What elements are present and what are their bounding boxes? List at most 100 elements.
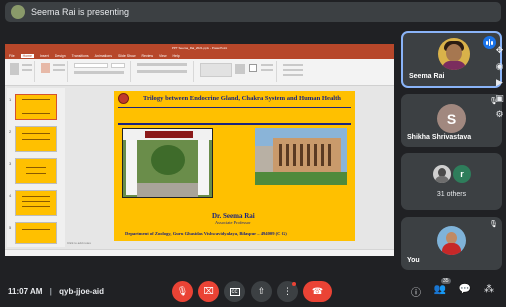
tree: [151, 145, 185, 175]
notification-dot: [292, 282, 296, 286]
align-icon: [137, 70, 187, 73]
editing-group: [280, 61, 320, 82]
participant-tile[interactable]: S 🎙 Shikha Shrivastava: [401, 94, 502, 147]
ribbon-tab: View: [158, 53, 167, 58]
slide-title: Trilogy between Endocrine Gland, Chakra …: [143, 95, 341, 102]
activities-icon[interactable]: ⁂: [482, 284, 496, 295]
meeting-time: 11:07 AM: [8, 287, 43, 296]
thumbnail-line: [26, 167, 46, 168]
ribbon-tab: Insert: [39, 53, 49, 58]
shapes-icon: [200, 63, 232, 77]
bullets-icon: [137, 63, 187, 66]
shape-outline-icon: [261, 69, 273, 71]
presenting-banner: Seema Rai is presenting: [5, 2, 501, 22]
avatar: S: [437, 104, 466, 133]
meeting-separator: |: [49, 287, 52, 296]
shared-screen: PPT Seema_Rai_2021.pptx - PowerPoint Fil…: [5, 44, 394, 256]
participant-name: Shikha Shrivastava: [407, 134, 472, 141]
gate-pillar: [126, 140, 137, 195]
people-icon[interactable]: 👥: [433, 284, 447, 295]
gate-pillar: [198, 140, 209, 195]
find-icon: [283, 64, 303, 66]
road: [137, 183, 198, 197]
current-slide: Trilogy between Endocrine Gland, Chakra …: [114, 91, 355, 241]
end-call-icon: ☎: [311, 286, 324, 296]
thumbnail-number: 1: [9, 97, 12, 102]
slide-thumbnail: 2: [9, 126, 57, 152]
font-size-icon: [111, 63, 125, 68]
ribbon-tab-active: Home: [20, 53, 34, 58]
info-icon[interactable]: ⓘ: [409, 284, 423, 299]
ribbon-tab: Help: [172, 53, 180, 58]
layout-icon: [53, 64, 65, 66]
more-options-button[interactable]: ⋮: [277, 281, 298, 302]
cut-icon: [22, 64, 32, 66]
ribbon-toolbar: [5, 59, 394, 86]
gate-sign: [145, 131, 193, 138]
thumbnail-line: [22, 99, 50, 100]
thumbnail-line: [22, 133, 50, 134]
meeting-info: 11:07 AM | qyb-jjoe-aid: [8, 287, 104, 296]
thumbnail-line: [26, 173, 46, 174]
new-slide-icon: [41, 63, 50, 73]
presenter-avatar: [11, 5, 25, 19]
slide-divider: [118, 123, 351, 125]
avatar: r: [453, 165, 471, 183]
present-button[interactable]: ⇧: [251, 281, 272, 302]
reset-icon: [53, 69, 65, 71]
avatar: [437, 226, 466, 255]
thumbnail-line: [22, 206, 50, 207]
mic-off-icon: 🎙: [489, 221, 498, 228]
chat-icon[interactable]: 💬: [458, 284, 472, 295]
ribbon-tab: Design: [54, 53, 66, 58]
others-tile[interactable]: r 31 others: [401, 153, 502, 210]
ribbon-tab: Animations: [94, 53, 112, 58]
university-logo-icon: [118, 93, 129, 104]
ribbon-tab: Transitions: [71, 53, 89, 58]
camera-icon[interactable]: ◉: [493, 61, 506, 77]
slide-thumbnail-pane: 1 2 3 4 5: [7, 88, 65, 247]
leave-call-button[interactable]: ☎: [303, 281, 332, 302]
meeting-code: qyb-jjoe-aid: [59, 287, 104, 296]
thumbnail-line: [22, 196, 50, 197]
paste-icon: [10, 63, 19, 75]
powerpoint-titlebar: PPT Seema_Rai_2021.pptx - PowerPoint: [5, 44, 394, 52]
presenting-text: Seema Rai is presenting: [31, 7, 130, 17]
arrange-icon: [235, 64, 245, 74]
drawing-group: [197, 61, 277, 82]
replace-icon: [283, 69, 303, 71]
avatar: [438, 38, 470, 70]
present-icon: ⇧: [257, 286, 266, 296]
select-icon: [283, 74, 303, 76]
participant-name: You: [407, 257, 420, 264]
quick-style-icon: [249, 64, 257, 72]
presenter-designation: Associate Professor: [215, 220, 251, 225]
ribbon-tab: Slide Show: [117, 53, 136, 58]
copy-icon: [22, 69, 32, 71]
slide-thumbnail: 1: [9, 94, 57, 120]
ribbon-tabs: File Home Insert Design Transitions Anim…: [5, 52, 394, 59]
mic-button[interactable]: 🎙: [172, 281, 193, 302]
self-tile[interactable]: 🎙 You: [401, 217, 502, 270]
participant-tile-presenter[interactable]: Seema Rai: [401, 31, 502, 88]
thumbnail-line: [22, 139, 50, 140]
presenter-name: Dr. Seema Rai: [212, 212, 255, 220]
slide-divider: [118, 107, 351, 108]
notes-placeholder: Click to add notes: [67, 241, 91, 245]
thumbnail-line: [22, 113, 50, 114]
video-icon[interactable]: ▶: [493, 77, 506, 93]
avatar: [433, 165, 451, 183]
camera-button[interactable]: ⌧: [198, 281, 219, 302]
camera-off-icon: ⌧: [203, 286, 214, 296]
avatar-face: [446, 44, 462, 62]
department-line: Department of Zoology, Guru Ghasidas Vis…: [125, 231, 287, 236]
frame-icon[interactable]: ▣: [493, 93, 506, 109]
campus-building-photo: [255, 128, 347, 185]
paragraph-group: [134, 61, 194, 82]
slides-group: [38, 61, 68, 82]
font-group: [71, 61, 131, 82]
pin-icon[interactable]: ✥: [493, 45, 506, 61]
settings-icon[interactable]: ⚙: [493, 109, 506, 125]
captions-button[interactable]: cc: [224, 281, 245, 302]
mic-off-icon: 🎙: [176, 286, 189, 296]
